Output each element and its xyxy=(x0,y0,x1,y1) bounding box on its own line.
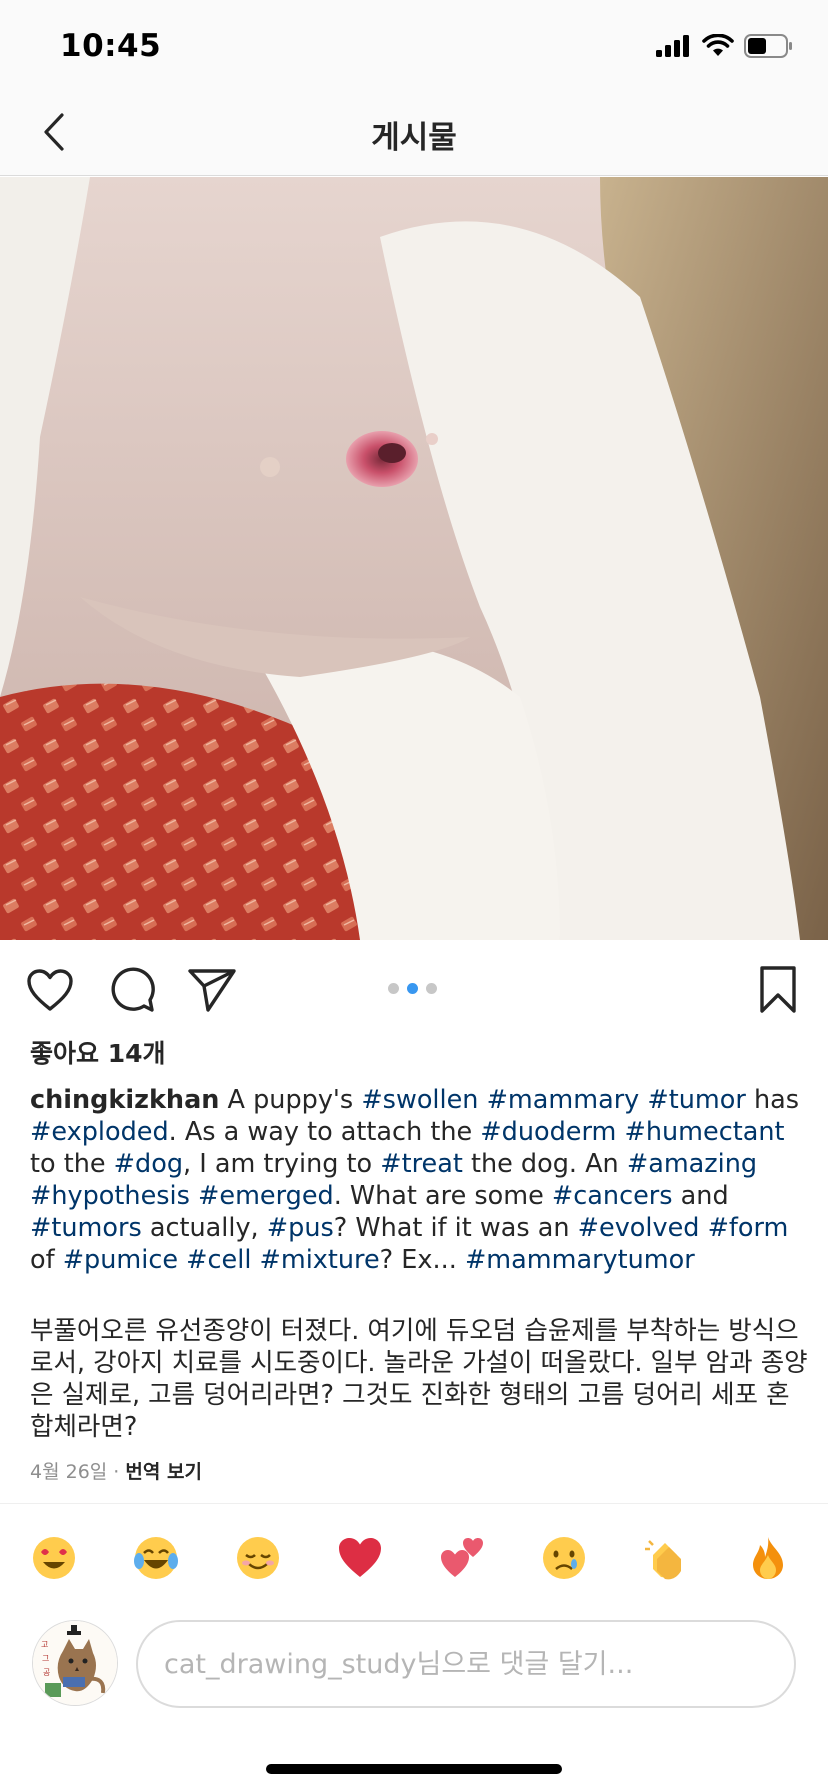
signal-icon xyxy=(656,35,689,57)
caption-text xyxy=(178,1245,186,1275)
emoji-clapping-hands[interactable] xyxy=(636,1528,696,1588)
wifi-icon xyxy=(702,34,734,56)
hashtag-link[interactable]: #hypothesis xyxy=(30,1181,190,1211)
caption-text: . What are some xyxy=(333,1181,552,1211)
carousel-indicator xyxy=(388,983,437,994)
status-bar: 10:45 xyxy=(0,0,828,88)
carousel-dot xyxy=(388,983,399,994)
emoji-fire[interactable] xyxy=(738,1528,798,1588)
post-date: 4월 26일 xyxy=(30,1461,108,1483)
hashtag-link[interactable]: #amazing xyxy=(627,1149,757,1179)
like-button[interactable] xyxy=(24,964,76,1016)
emoji-crying[interactable] xyxy=(534,1528,594,1588)
see-translation-link[interactable]: 번역 보기 xyxy=(125,1461,202,1483)
caption-text: A puppy's xyxy=(219,1085,362,1115)
bookmark-outline-icon xyxy=(760,966,796,1013)
caption-username[interactable]: chingkizkhan xyxy=(30,1085,219,1115)
caption-text: to the xyxy=(30,1149,114,1179)
hashtag-link[interactable]: #form xyxy=(708,1213,789,1243)
comment-input[interactable] xyxy=(136,1620,796,1708)
hashtag-link[interactable]: #pus xyxy=(267,1213,334,1243)
hashtag-link[interactable]: #emerged xyxy=(198,1181,334,1211)
hashtag-link[interactable]: #cancers xyxy=(552,1181,673,1211)
emoji-red-heart[interactable] xyxy=(330,1528,390,1588)
hashtag-link[interactable]: #tumor xyxy=(647,1085,745,1115)
svg-text:그: 그 xyxy=(42,1654,49,1663)
emoji-smiling[interactable] xyxy=(228,1528,288,1588)
hashtag-link[interactable]: #evolved xyxy=(578,1213,700,1243)
share-button[interactable] xyxy=(186,964,238,1016)
divider xyxy=(0,1503,828,1504)
status-time: 10:45 xyxy=(60,28,162,64)
caption-text xyxy=(699,1213,707,1243)
hashtag-link[interactable]: #mammarytumor xyxy=(465,1245,695,1275)
likes-count[interactable]: 좋아요 14개 xyxy=(30,1034,166,1070)
hashtag-link[interactable]: #mammary xyxy=(487,1085,640,1115)
hashtag-link[interactable]: #pumice xyxy=(63,1245,178,1275)
hashtag-link[interactable]: #humectant xyxy=(624,1117,784,1147)
emoji-heart-eyes[interactable] xyxy=(24,1528,84,1588)
emoji-tears-of-joy[interactable] xyxy=(126,1528,186,1588)
save-button[interactable] xyxy=(752,964,804,1016)
hashtag-link[interactable]: #duoderm xyxy=(480,1117,616,1147)
hashtag-link[interactable]: #exploded xyxy=(30,1117,169,1147)
post-meta: 4월 26일 · 번역 보기 xyxy=(30,1457,202,1484)
hashtag-link[interactable]: #tumors xyxy=(30,1213,142,1243)
post-caption: chingkizkhan A puppy's #swollen #mammary… xyxy=(30,1084,800,1276)
caption-text: . As a way to attach the xyxy=(168,1117,481,1147)
avatar-image: 고 그 공 xyxy=(33,1621,117,1705)
paper-plane-icon xyxy=(188,969,236,1012)
caption-text: and xyxy=(672,1181,729,1211)
caption-text: ? What if it was an xyxy=(333,1213,578,1243)
hashtag-link[interactable]: #dog xyxy=(114,1149,183,1179)
hashtag-link[interactable]: #treat xyxy=(380,1149,463,1179)
post-image xyxy=(0,177,828,940)
battery-icon xyxy=(744,34,792,58)
heart-outline-icon xyxy=(27,969,73,1011)
hashtag-link[interactable]: #swollen xyxy=(361,1085,478,1115)
caption-text: actually, xyxy=(141,1213,267,1243)
quick-reaction-bar xyxy=(0,1528,828,1588)
caption-text: ? Ex... xyxy=(379,1245,465,1275)
caption-text: , I am trying to xyxy=(183,1149,381,1179)
cat-drawing-avatar[interactable]: 고 그 공 xyxy=(32,1620,118,1706)
home-indicator xyxy=(266,1764,562,1774)
meta-separator: · xyxy=(107,1461,126,1483)
comment-button[interactable] xyxy=(106,964,158,1016)
hashtag-link[interactable]: #cell xyxy=(186,1245,251,1275)
page-title: 게시물 xyxy=(371,120,457,156)
caption-text xyxy=(478,1085,486,1115)
carousel-dot xyxy=(426,983,437,994)
svg-text:고: 고 xyxy=(41,1640,48,1649)
caption-translation: 부풀어오른 유선종양이 터졌다. 여기에 듀오덤 습윤제를 부착하는 방식으로서… xyxy=(30,1316,808,1442)
caption-text xyxy=(251,1245,259,1275)
post-photo[interactable] xyxy=(0,177,828,940)
caption-text xyxy=(190,1181,198,1211)
emoji-two-hearts[interactable] xyxy=(432,1528,492,1588)
status-icons xyxy=(656,34,794,58)
caption-text: the dog. An xyxy=(462,1149,627,1179)
comment-composer: 고 그 공 xyxy=(0,1612,828,1712)
hashtag-link[interactable]: #mixture xyxy=(260,1245,380,1275)
comment-bubble-icon xyxy=(111,967,155,1012)
carousel-dot-active xyxy=(407,983,418,994)
svg-text:공: 공 xyxy=(43,1668,50,1677)
nav-bar: 게시물 xyxy=(0,88,828,176)
caption-text: of xyxy=(30,1245,63,1275)
caption-text: has xyxy=(745,1085,800,1115)
